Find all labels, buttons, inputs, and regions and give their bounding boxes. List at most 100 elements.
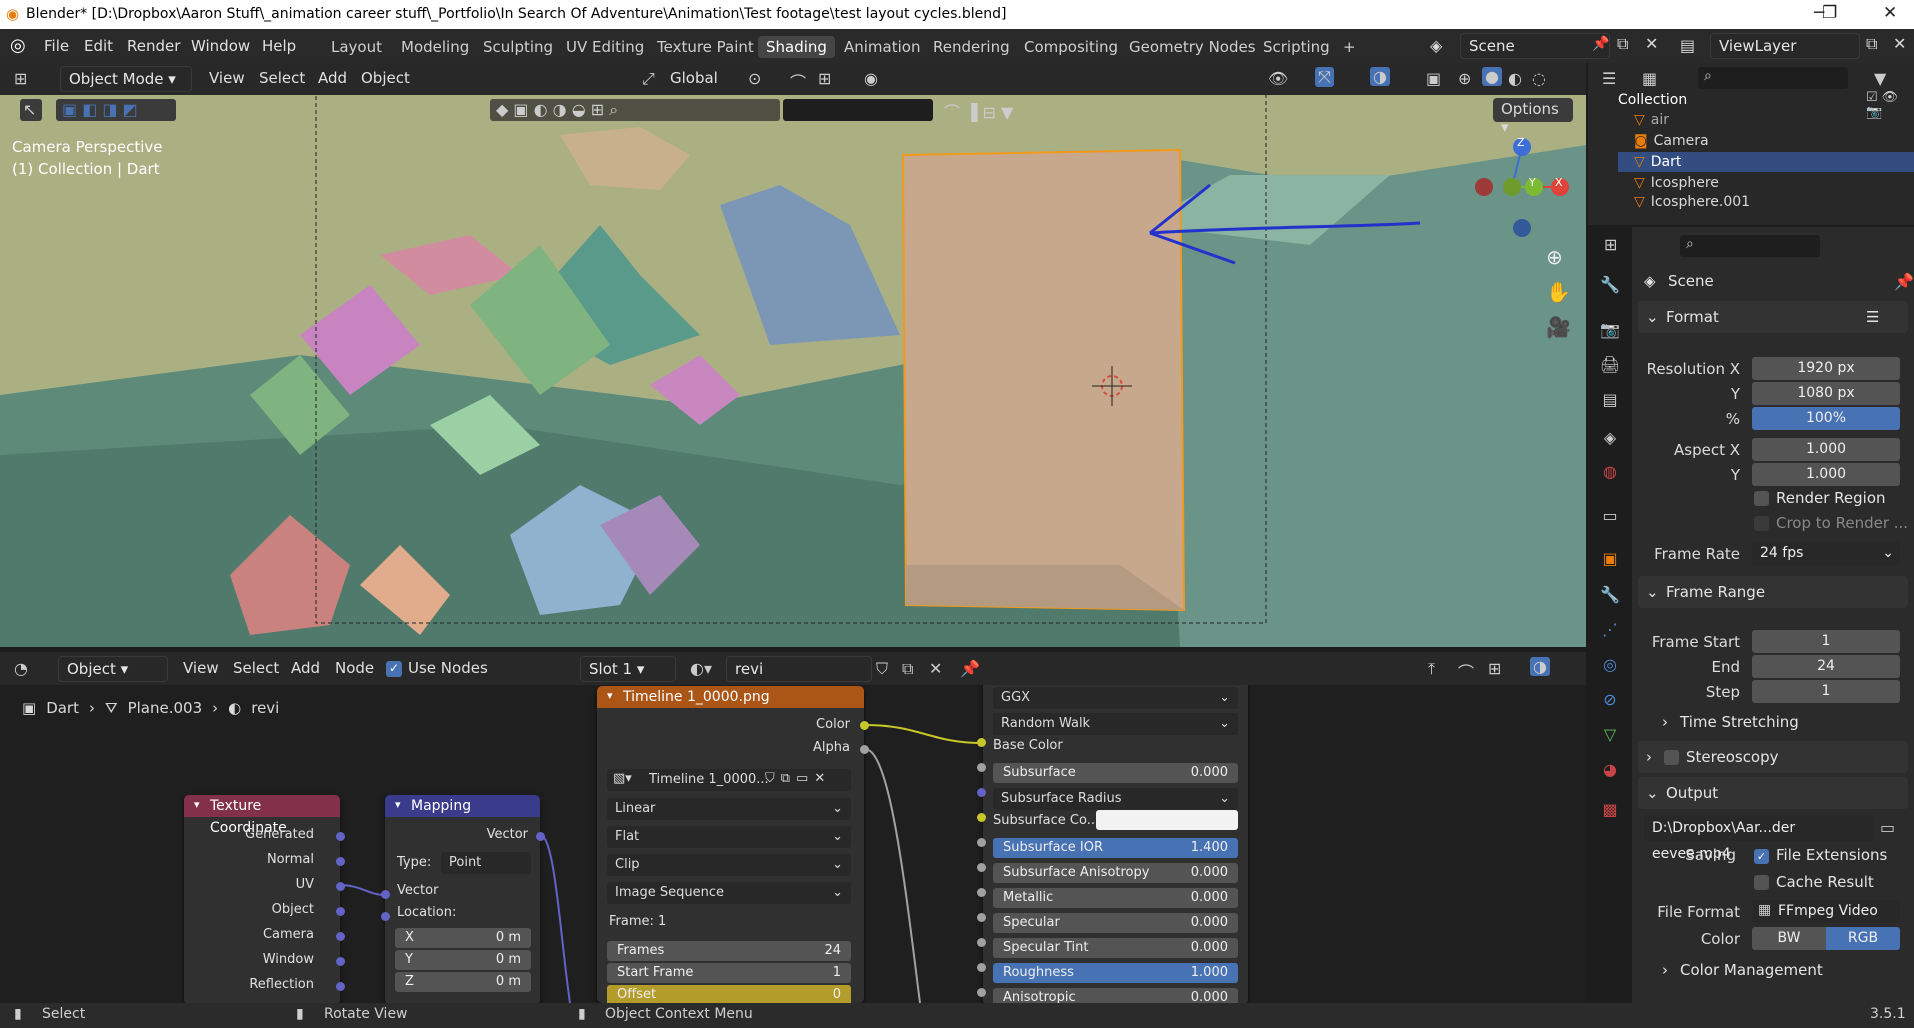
output-panel-header[interactable]: ⌄ Output [1638, 777, 1908, 809]
crop-to-render-checkbox[interactable] [1754, 516, 1769, 531]
interpolation-dropdown[interactable]: Linear ⌄ [607, 798, 851, 820]
outliner-search-input[interactable]: ⌕ [1698, 67, 1848, 89]
viewport-menu-view[interactable]: View [209, 69, 245, 87]
viewport-filter-bar[interactable]: ◆ ▣ ◐ ◑ ◒ ⊞ ⌕ [490, 99, 780, 121]
collapse-arrow-icon[interactable]: ▾ [607, 689, 613, 702]
outliner-type-icon[interactable]: ☰ [1602, 69, 1616, 88]
socket[interactable] [336, 957, 345, 966]
tab-geometry-nodes[interactable]: Geometry Nodes [1121, 36, 1264, 58]
frames-field[interactable]: Frames 24 [607, 941, 851, 961]
add-workspace-button[interactable]: + [1335, 36, 1364, 58]
scene-selector[interactable]: Scene [1460, 33, 1610, 59]
zoom-icon[interactable]: ⊕ [1546, 245, 1563, 269]
transform-orientation[interactable]: Global [670, 69, 718, 87]
presets-icon[interactable]: ☰ [1866, 308, 1879, 326]
node-snap-icon[interactable]: ⌒ [1458, 659, 1474, 683]
node-header[interactable]: Mapping [385, 795, 540, 817]
output-path-field[interactable]: D:\Dropbox\Aar...der eevee.mp4 [1644, 815, 1874, 862]
new-scene-icon[interactable]: ⧉ [1617, 34, 1628, 54]
wireframe-shading-icon[interactable]: ⊕ [1458, 69, 1471, 88]
solid-shading-icon[interactable]: ● [1482, 67, 1502, 86]
tab-sculpting[interactable]: Sculpting [475, 36, 561, 58]
particles-tab-icon[interactable]: ⋰ [1599, 620, 1621, 642]
select-tool-button[interactable]: ↖ [20, 99, 42, 121]
viewport-menu-add[interactable]: Add [318, 69, 347, 87]
socket[interactable] [536, 832, 545, 841]
socket[interactable] [860, 745, 869, 754]
socket[interactable] [977, 838, 986, 847]
socket[interactable] [381, 890, 390, 899]
node-editor-type-icon[interactable]: ◔ [14, 659, 28, 678]
tab-rendering[interactable]: Rendering [925, 36, 1018, 58]
collapse-arrow-icon[interactable]: ▾ [395, 798, 401, 811]
new-viewlayer-icon[interactable]: ⧉ [1866, 34, 1877, 54]
data-tab-icon[interactable]: ▽ [1599, 725, 1621, 747]
cache-result-checkbox[interactable] [1754, 875, 1769, 890]
texture-coordinate-node[interactable]: Texture Coordinate ▾ Generated Normal UV… [184, 795, 340, 1003]
duplicate-material-icon[interactable]: ⧉ [902, 659, 913, 679]
node-menu-add[interactable]: Add [291, 659, 320, 677]
frame-step-field[interactable]: 1 [1752, 680, 1900, 703]
filter-options-icon[interactable]: ⌒ ▐ ⊟ ▼ [944, 99, 1013, 123]
subsurface-ior-field[interactable]: Subsurface IOR 1.400 [993, 838, 1238, 858]
socket[interactable] [977, 938, 986, 947]
socket[interactable] [977, 863, 986, 872]
folder-icon[interactable]: ▭ [1880, 818, 1895, 837]
blender-menu-icon[interactable]: ◎ [10, 35, 26, 56]
pin-icon[interactable]: 📌 [1894, 272, 1914, 291]
extension-dropdown[interactable]: Clip ⌄ [607, 854, 851, 876]
visibility-toggles-icon[interactable]: ☑👁📷 [1866, 90, 1914, 120]
camera-view-icon[interactable]: 🎥 [1546, 315, 1571, 339]
tab-scripting[interactable]: Scripting [1255, 36, 1338, 58]
pivot-icon[interactable]: ⊙ [748, 69, 761, 88]
material-tab-icon[interactable]: ◕ [1599, 760, 1621, 782]
tab-animation[interactable]: Animation [836, 36, 928, 58]
menu-window[interactable]: Window [191, 37, 250, 55]
frame-range-panel-header[interactable]: ⌄ Frame Range [1638, 576, 1908, 608]
location-z-field[interactable]: Z 0 m [395, 972, 531, 992]
mode-selector[interactable]: Object Mode ▾ [60, 66, 192, 92]
frame-rate-dropdown[interactable]: 24 fps ⌄ [1752, 542, 1900, 565]
file-extensions-checkbox[interactable]: ✓ [1754, 849, 1769, 864]
projection-dropdown[interactable]: Flat ⌄ [607, 826, 851, 848]
specular-field[interactable]: Specular 0.000 [993, 913, 1238, 933]
image-actions-icon[interactable]: ⛉⧉▭✕ [765, 771, 831, 786]
output-tab-icon[interactable]: 🖨 [1599, 355, 1621, 377]
render-tab-icon[interactable]: 📷 [1599, 320, 1621, 342]
socket[interactable] [977, 888, 986, 897]
snap-icon[interactable]: ⌒ [790, 69, 806, 93]
material-slot-selector[interactable]: Slot 1 ▾ [580, 656, 676, 682]
unlink-material-icon[interactable]: ✕ [929, 659, 942, 678]
tab-layout[interactable]: Layout [323, 36, 390, 58]
color-management-subpanel[interactable]: › Color Management [1662, 959, 1902, 983]
socket[interactable] [336, 882, 345, 891]
node-overlay-icon[interactable]: ◑ [1530, 657, 1550, 676]
viewport-menu-select[interactable]: Select [259, 69, 305, 87]
viewlayer-icon[interactable]: ▤ [1680, 36, 1695, 55]
node-menu-view[interactable]: View [183, 659, 219, 677]
viewlayer-selector[interactable]: ViewLayer [1710, 33, 1860, 59]
tab-uv-editing[interactable]: UV Editing [558, 36, 652, 58]
socket[interactable] [977, 813, 986, 822]
physics-tab-icon[interactable]: ◎ [1599, 655, 1621, 677]
subsurface-color-swatch[interactable] [1096, 810, 1238, 830]
selection-mode-buttons[interactable]: ▣ ◧ ◨ ◩ [56, 99, 176, 121]
resolution-y-field[interactable]: 1080 px [1752, 382, 1900, 405]
tool-tab-icon[interactable]: 🔧 [1599, 275, 1621, 297]
socket[interactable] [336, 832, 345, 841]
socket[interactable] [336, 857, 345, 866]
tab-texture-paint[interactable]: Texture Paint [649, 36, 762, 58]
resolution-x-field[interactable]: 1920 px [1752, 357, 1900, 380]
parent-node-icon[interactable]: ⤒ [1428, 659, 1435, 679]
remove-scene-icon[interactable]: ✕ [1645, 34, 1658, 53]
properties-search-input[interactable]: ⌕ [1680, 235, 1820, 257]
scene-icon[interactable]: ◈ [1430, 36, 1442, 55]
menu-help[interactable]: Help [262, 37, 296, 55]
fake-user-icon[interactable]: ⛉ [876, 659, 888, 679]
transform-orientation-icon[interactable]: ⤢ [642, 69, 655, 89]
socket[interactable] [977, 988, 986, 997]
display-mode-icon[interactable]: ▦ [1642, 69, 1657, 88]
overlay-toggle-icon[interactable]: ◑ [1370, 67, 1390, 86]
render-region-checkbox[interactable] [1754, 491, 1769, 506]
snap-target-icon[interactable]: ⊞ [818, 69, 831, 88]
